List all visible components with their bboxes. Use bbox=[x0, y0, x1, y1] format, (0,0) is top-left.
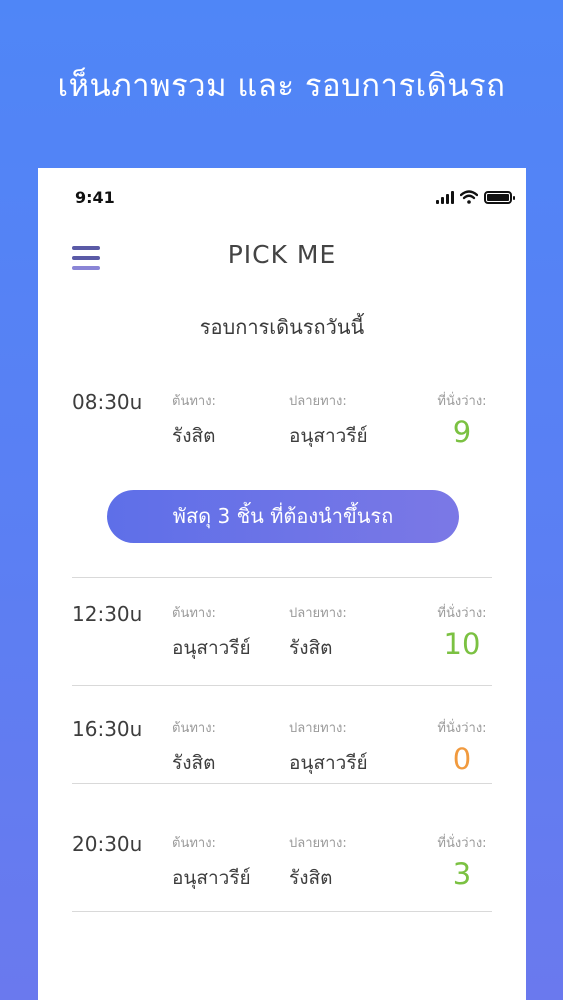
trip-seats: ที่นั่งว่าง: 0 bbox=[424, 717, 500, 776]
destination-label: ปลายทาง: bbox=[289, 721, 347, 736]
trip-time: 12:30u bbox=[72, 602, 143, 626]
phone-screen: 9:41 PICK ME รอบการเดินรถวันนี้ 08:30u ต… bbox=[38, 168, 526, 1000]
trip-seats: ที่นั่งว่าง: 3 bbox=[424, 832, 500, 891]
signal-icon bbox=[436, 190, 454, 204]
seats-label: ที่นั่งว่าง: bbox=[437, 836, 487, 851]
seats-label: ที่นั่งว่าง: bbox=[437, 606, 487, 621]
trip-time: 16:30u bbox=[72, 717, 143, 741]
trip-time: 20:30u bbox=[72, 832, 143, 856]
seats-value: 9 bbox=[452, 415, 472, 449]
trip-seats: ที่นั่งว่าง: 10 bbox=[424, 602, 500, 661]
app-title: PICK ME bbox=[227, 240, 337, 269]
origin-value: รังสิต bbox=[172, 752, 216, 774]
trip-destination: ปลายทาง: รังสิต bbox=[289, 602, 347, 663]
seats-value: 3 bbox=[452, 857, 472, 891]
origin-value: อนุสาวรีย์ bbox=[172, 867, 251, 889]
parcel-button[interactable]: พัสดุ 3 ชิ้น ที่ต้องนำขึ้นรถ bbox=[107, 490, 459, 543]
seats-label: ที่นั่งว่าง: bbox=[437, 721, 487, 736]
destination-label: ปลายทาง: bbox=[289, 836, 347, 851]
trip-origin: ต้นทาง: อนุสาวรีย์ bbox=[172, 602, 251, 663]
origin-label: ต้นทาง: bbox=[172, 721, 216, 736]
trip-origin: ต้นทาง: อนุสาวรีย์ bbox=[172, 832, 251, 893]
trip-origin: ต้นทาง: รังสิต bbox=[172, 717, 216, 778]
status-bar: 9:41 bbox=[38, 168, 526, 228]
seats-label: ที่นั่งว่าง: bbox=[437, 394, 487, 409]
trip-time: 08:30u bbox=[72, 390, 143, 414]
wifi-icon bbox=[460, 190, 478, 204]
origin-value: อนุสาวรีย์ bbox=[172, 637, 251, 659]
section-title: รอบการเดินรถวันนี้ bbox=[199, 315, 365, 339]
destination-label: ปลายทาง: bbox=[289, 606, 347, 621]
status-icons bbox=[436, 190, 515, 204]
divider bbox=[72, 685, 492, 686]
origin-label: ต้นทาง: bbox=[172, 836, 216, 851]
divider bbox=[72, 911, 492, 912]
destination-value: อนุสาวรีย์ bbox=[289, 425, 368, 447]
destination-value: รังสิต bbox=[289, 867, 333, 889]
origin-label: ต้นทาง: bbox=[172, 394, 216, 409]
destination-value: อนุสาวรีย์ bbox=[289, 752, 368, 774]
trip-destination: ปลายทาง: อนุสาวรีย์ bbox=[289, 717, 368, 778]
seats-value: 0 bbox=[452, 742, 472, 776]
destination-label: ปลายทาง: bbox=[289, 394, 347, 409]
battery-icon bbox=[484, 191, 515, 204]
trip-destination: ปลายทาง: รังสิต bbox=[289, 832, 347, 893]
divider bbox=[72, 577, 492, 578]
seats-value: 10 bbox=[443, 627, 481, 661]
destination-value: รังสิต bbox=[289, 637, 333, 659]
divider bbox=[72, 783, 492, 784]
status-time: 9:41 bbox=[75, 188, 115, 207]
origin-label: ต้นทาง: bbox=[172, 606, 216, 621]
origin-value: รังสิต bbox=[172, 425, 216, 447]
trip-seats: ที่นั่งว่าง: 9 bbox=[424, 390, 500, 449]
promo-headline: เห็นภาพรวม และ รอบการเดินรถ bbox=[57, 68, 506, 104]
trip-origin: ต้นทาง: รังสิต bbox=[172, 390, 216, 451]
trip-destination: ปลายทาง: อนุสาวรีย์ bbox=[289, 390, 368, 451]
